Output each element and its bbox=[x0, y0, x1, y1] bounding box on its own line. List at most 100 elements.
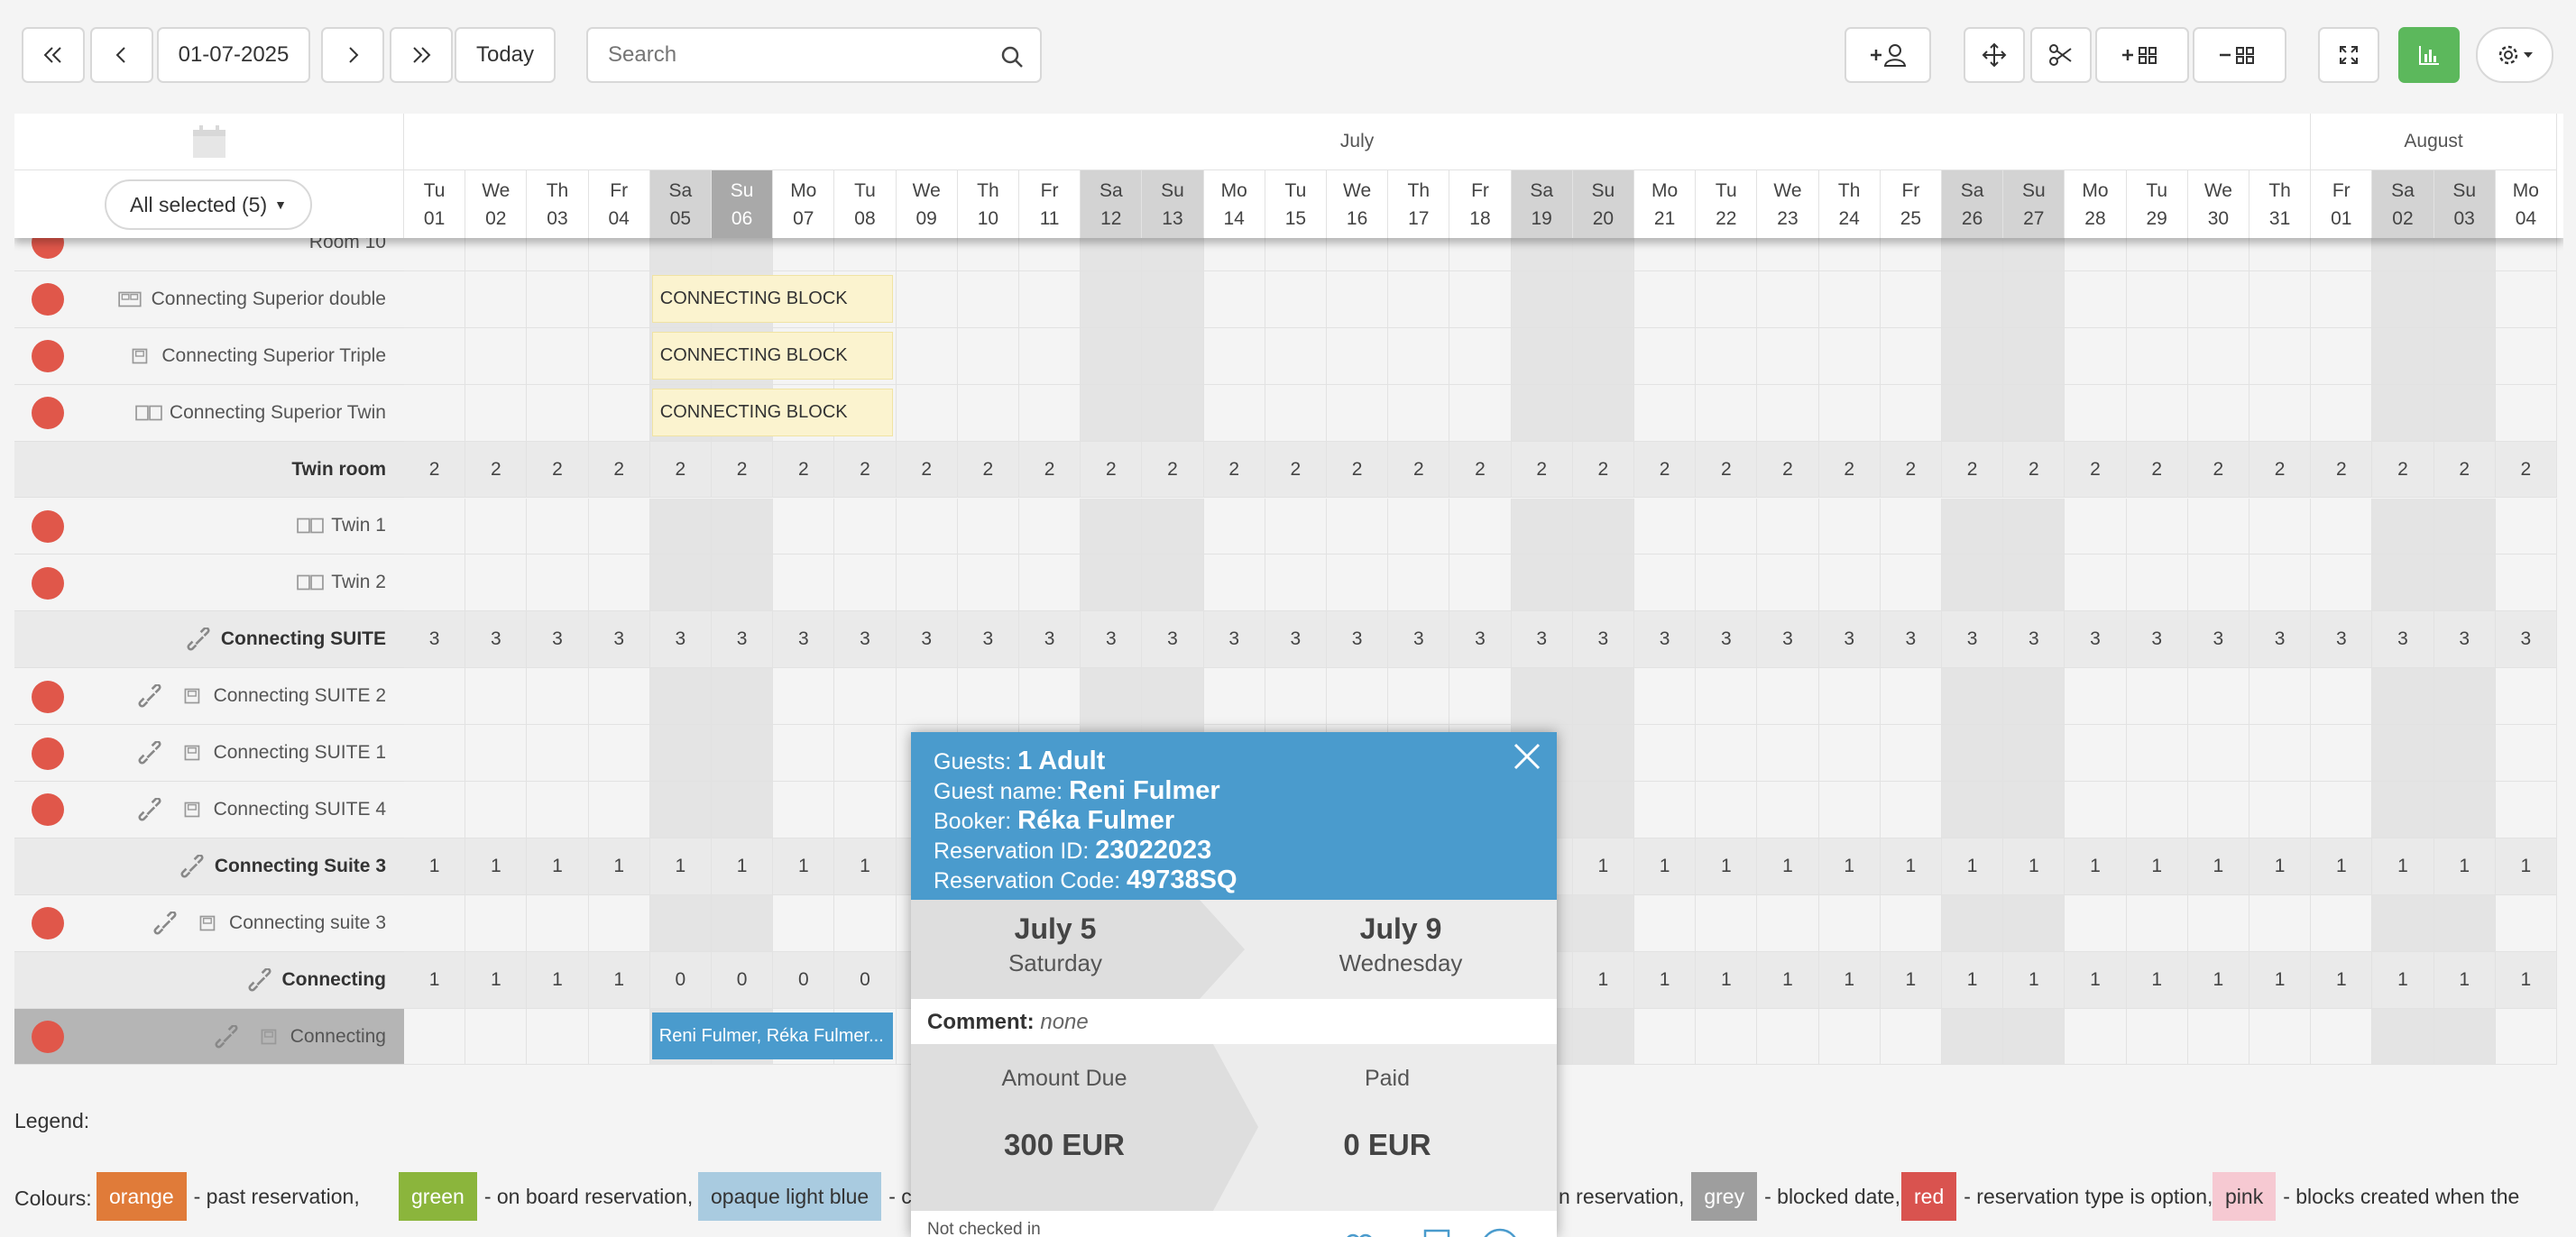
availability-cell[interactable]: 3 bbox=[1818, 611, 1881, 669]
day-header-06[interactable]: Su 06 bbox=[712, 170, 774, 238]
availability-cell[interactable]: 2 bbox=[2003, 441, 2065, 499]
day-cell[interactable] bbox=[2372, 894, 2434, 952]
day-cell[interactable] bbox=[2372, 554, 2434, 612]
day-cell[interactable] bbox=[1081, 498, 1143, 555]
day-cell[interactable] bbox=[1449, 668, 1512, 726]
day-cell[interactable] bbox=[527, 554, 589, 612]
availability-cell[interactable]: 3 bbox=[527, 611, 589, 669]
availability-cell[interactable]: 2 bbox=[649, 441, 712, 499]
day-header-11[interactable]: Fr 11 bbox=[1019, 170, 1081, 238]
day-cell[interactable] bbox=[1081, 384, 1143, 442]
availability-cell[interactable]: 1 bbox=[2187, 838, 2249, 895]
day-cell[interactable] bbox=[1757, 894, 1819, 952]
day-cell[interactable] bbox=[1019, 327, 1081, 385]
day-header-30[interactable]: We 30 bbox=[2187, 170, 2249, 238]
availability-cell[interactable]: 1 bbox=[1818, 951, 1881, 1009]
availability-cell[interactable]: 1 bbox=[588, 838, 650, 895]
day-cell[interactable] bbox=[896, 384, 958, 442]
availability-cell[interactable]: 1 bbox=[1757, 951, 1819, 1009]
availability-cell[interactable]: 2 bbox=[1634, 441, 1697, 499]
calendar-icon[interactable] bbox=[191, 124, 227, 160]
availability-cell[interactable]: 3 bbox=[957, 611, 1019, 669]
day-cell[interactable] bbox=[1818, 782, 1881, 838]
availability-cell[interactable]: 3 bbox=[2311, 611, 2373, 669]
day-cell[interactable] bbox=[712, 725, 774, 782]
day-header-26[interactable]: Sa 26 bbox=[1942, 170, 2004, 238]
availability-cell[interactable]: 3 bbox=[1634, 611, 1697, 669]
day-cell[interactable] bbox=[2065, 668, 2127, 726]
day-cell[interactable] bbox=[1203, 327, 1265, 385]
day-cell[interactable] bbox=[465, 384, 528, 442]
availability-cell[interactable]: 1 bbox=[1880, 838, 1942, 895]
availability-cell[interactable]: 2 bbox=[1142, 441, 1204, 499]
search-icon[interactable] bbox=[998, 43, 1026, 70]
availability-cell[interactable]: 1 bbox=[2311, 951, 2373, 1009]
availability-cell[interactable]: 1 bbox=[2249, 838, 2312, 895]
last-page-button[interactable] bbox=[390, 27, 453, 83]
day-cell[interactable] bbox=[2065, 498, 2127, 555]
day-cell[interactable] bbox=[465, 725, 528, 782]
day-header-05[interactable]: Sa 05 bbox=[649, 170, 712, 238]
day-cell[interactable] bbox=[1634, 384, 1697, 442]
day-cell[interactable] bbox=[2433, 498, 2496, 555]
day-cell[interactable] bbox=[2126, 498, 2188, 555]
day-cell[interactable] bbox=[2126, 384, 2188, 442]
day-cell[interactable] bbox=[957, 668, 1019, 726]
availability-cell[interactable]: 1 bbox=[1942, 951, 2004, 1009]
availability-cell[interactable]: 1 bbox=[1634, 951, 1697, 1009]
availability-cell[interactable]: 3 bbox=[2495, 611, 2557, 669]
availability-cell[interactable]: 1 bbox=[527, 951, 589, 1009]
day-cell[interactable] bbox=[2065, 554, 2127, 612]
day-cell[interactable] bbox=[1634, 554, 1697, 612]
day-cell[interactable] bbox=[2372, 498, 2434, 555]
availability-cell[interactable]: 3 bbox=[1757, 611, 1819, 669]
add-guest-button[interactable] bbox=[1845, 27, 1931, 83]
day-cell[interactable] bbox=[2003, 668, 2065, 726]
day-cell[interactable] bbox=[1880, 782, 1942, 838]
day-header-21[interactable]: Mo 21 bbox=[1634, 170, 1697, 238]
room-filter-dropdown[interactable]: All selected (5) ▼ bbox=[105, 179, 312, 230]
day-cell[interactable] bbox=[1572, 1008, 1634, 1066]
day-header-19[interactable]: Sa 19 bbox=[1511, 170, 1573, 238]
day-cell[interactable] bbox=[2065, 384, 2127, 442]
day-cell[interactable] bbox=[1880, 327, 1942, 385]
day-cell[interactable] bbox=[1818, 384, 1881, 442]
availability-cell[interactable]: 3 bbox=[2433, 611, 2496, 669]
availability-cell[interactable]: 2 bbox=[1449, 441, 1512, 499]
day-cell[interactable] bbox=[712, 782, 774, 838]
day-cell[interactable] bbox=[1327, 270, 1389, 328]
day-cell[interactable] bbox=[1942, 1008, 2004, 1066]
day-cell[interactable] bbox=[1818, 894, 1881, 952]
day-header-27[interactable]: Su 27 bbox=[2003, 170, 2065, 238]
availability-cell[interactable]: 1 bbox=[527, 838, 589, 895]
day-cell[interactable] bbox=[1388, 327, 1450, 385]
day-cell[interactable] bbox=[1696, 668, 1758, 726]
day-cell[interactable] bbox=[2433, 725, 2496, 782]
availability-cell[interactable]: 2 bbox=[1327, 441, 1389, 499]
day-cell[interactable] bbox=[2311, 725, 2373, 782]
day-cell[interactable] bbox=[957, 498, 1019, 555]
day-header-04[interactable]: Mo 04 bbox=[2495, 170, 2557, 238]
day-cell[interactable] bbox=[1634, 327, 1697, 385]
day-cell[interactable] bbox=[1880, 498, 1942, 555]
day-cell[interactable] bbox=[2495, 1008, 2557, 1066]
print-icon[interactable] bbox=[1416, 1229, 1458, 1237]
day-cell[interactable] bbox=[465, 782, 528, 838]
availability-cell[interactable]: 1 bbox=[2065, 951, 2127, 1009]
day-cell[interactable] bbox=[1511, 554, 1573, 612]
availability-cell[interactable]: 1 bbox=[1757, 838, 1819, 895]
room-status-dot[interactable] bbox=[32, 566, 64, 600]
day-cell[interactable] bbox=[404, 668, 466, 726]
availability-cell[interactable]: 1 bbox=[2433, 838, 2496, 895]
day-cell[interactable] bbox=[2249, 668, 2312, 726]
availability-cell[interactable]: 2 bbox=[2065, 441, 2127, 499]
day-cell[interactable] bbox=[2065, 270, 2127, 328]
availability-cell[interactable]: 2 bbox=[1388, 441, 1450, 499]
availability-cell[interactable]: 1 bbox=[2065, 838, 2127, 895]
availability-cell[interactable]: 1 bbox=[465, 951, 528, 1009]
day-cell[interactable] bbox=[1511, 498, 1573, 555]
day-cell[interactable] bbox=[2311, 270, 2373, 328]
day-cell[interactable] bbox=[2003, 327, 2065, 385]
day-header-17[interactable]: Th 17 bbox=[1388, 170, 1450, 238]
room-name[interactable]: Connecting Superior Triple bbox=[161, 345, 386, 367]
